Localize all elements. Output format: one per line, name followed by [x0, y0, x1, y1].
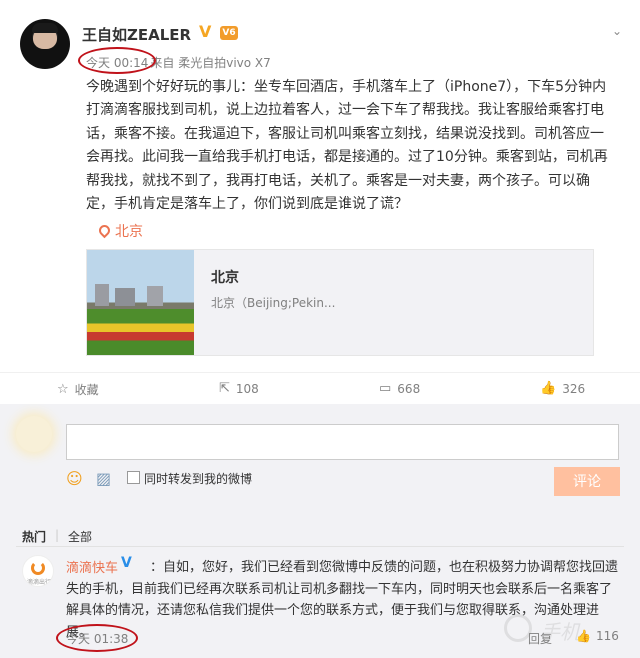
location-label: 北京: [115, 224, 143, 240]
reply-button[interactable]: 回复: [528, 630, 552, 647]
post-text: 今晚遇到个好好玩的事儿：坐专车回酒店，手机落车上了（iPhone7），下车5分钟…: [86, 79, 608, 213]
comment-like-count: 116: [595, 629, 619, 643]
verified-v-icon: V: [121, 555, 132, 571]
location-card[interactable]: 北京 北京（Beijing;Pekin...: [86, 249, 594, 356]
current-user-avatar: [16, 416, 52, 452]
comment-button[interactable]: ▭ 668: [379, 381, 420, 396]
verified-v-icon: V: [199, 22, 212, 41]
comment-icon: ▭: [379, 381, 392, 396]
like-count: 326: [562, 381, 586, 396]
favorite-button[interactable]: ☆ 收藏: [57, 381, 99, 398]
repost-button[interactable]: ⇱ 108: [219, 381, 259, 396]
location-pin-icon: [96, 222, 113, 239]
repost-icon: ⇱: [219, 381, 230, 396]
tab-hot[interactable]: 热门: [22, 528, 46, 545]
chevron-down-icon[interactable]: ⌄: [612, 24, 626, 38]
author-name[interactable]: 王自如ZEALER: [82, 24, 191, 45]
red-annotation-ellipse: [78, 47, 156, 74]
post-action-bar: ☆ 收藏 ⇱ 108 ▭ 668 👍 326: [0, 372, 640, 404]
post-source[interactable]: 来自 柔光自拍vivo X7: [150, 56, 270, 70]
weibo-post: 王自如ZEALER V V6 ⌄ 今天 00:14 来自 柔光自拍vivo X7 …: [0, 0, 640, 372]
red-annotation-ellipse: [56, 624, 138, 652]
comment-count: 668: [397, 381, 421, 396]
repost-checkbox[interactable]: [127, 471, 140, 484]
emoji-icon[interactable]: ☺: [66, 470, 84, 488]
repost-count: 108: [235, 381, 259, 396]
commenter-name[interactable]: 滴滴快车: [66, 557, 118, 576]
comment-tabs: 热门 | 全部: [0, 528, 640, 546]
comment-input[interactable]: [66, 424, 619, 460]
image-icon[interactable]: ▨: [96, 470, 114, 488]
repost-checkbox-label: 同时转发到我的微博: [144, 472, 253, 486]
favorite-label: 收藏: [74, 383, 99, 397]
submit-comment-button[interactable]: 评论: [554, 467, 620, 496]
location-card-title: 北京: [211, 270, 239, 286]
divider: [16, 546, 624, 547]
vip-badge-icon[interactable]: V6: [220, 26, 238, 40]
commenter-avatar[interactable]: 滴滴出行: [22, 555, 54, 587]
like-button[interactable]: 👍 326: [540, 381, 585, 396]
tab-separator: |: [55, 528, 60, 542]
location-card-image: [87, 250, 194, 355]
tab-all[interactable]: 全部: [68, 528, 92, 545]
thumbs-up-icon: 👍: [576, 629, 591, 643]
author-avatar[interactable]: [20, 19, 70, 69]
location-link[interactable]: 北京: [96, 221, 143, 241]
comment-like-button[interactable]: 👍 116: [576, 629, 619, 643]
thumbs-up-icon: 👍: [540, 381, 557, 396]
star-icon: ☆: [57, 382, 69, 397]
location-card-desc: 北京（Beijing;Pekin...: [211, 296, 336, 310]
